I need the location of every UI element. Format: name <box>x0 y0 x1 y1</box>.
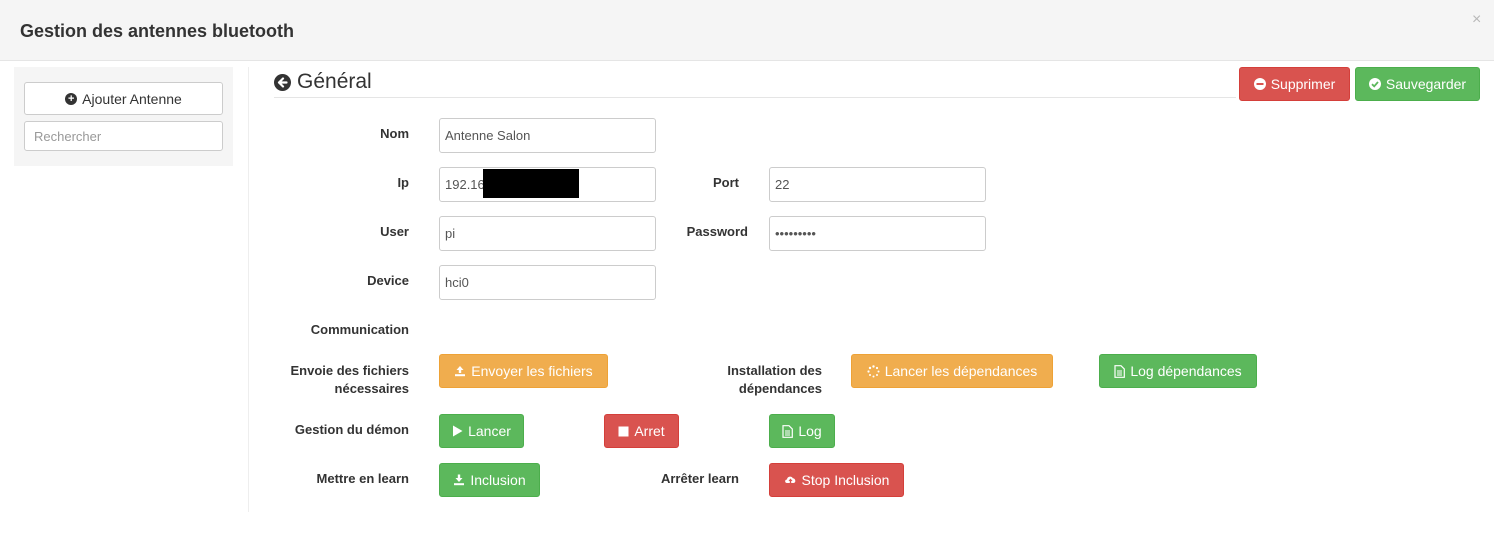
name-label: Nom <box>380 126 409 141</box>
delete-button[interactable]: Supprimer <box>1239 67 1350 101</box>
sidebar: + Ajouter Antenne <box>14 67 233 166</box>
check-circle-icon <box>1368 78 1381 90</box>
launch-deps-button-label: Lancer les dépendances <box>884 363 1038 379</box>
ip-label: Ip <box>397 175 409 190</box>
file-text-icon <box>1114 364 1126 378</box>
search-input[interactable] <box>24 121 223 151</box>
save-label: Sauvegarder <box>1385 76 1467 92</box>
start-daemon-button-label: Lancer <box>468 423 511 439</box>
modal-title: Gestion des antennes bluetooth <box>20 21 295 41</box>
inclusion-button-label: Inclusion <box>470 472 526 488</box>
add-antenna-label: Ajouter Antenne <box>82 90 182 107</box>
cloud-upload-icon <box>784 474 797 486</box>
learn-label: Mettre en learn <box>316 471 409 486</box>
stop-daemon-button[interactable]: Arret <box>604 414 679 448</box>
file-text-icon <box>782 424 794 438</box>
arrow-circle-left-icon[interactable] <box>274 73 291 91</box>
section-title-text: Général <box>297 70 372 93</box>
send-files-button-label: Envoyer les fichiers <box>471 363 593 379</box>
delete-label: Supprimer <box>1270 76 1336 92</box>
close-icon[interactable]: × <box>1472 12 1481 28</box>
stop-learn-label: Arrêter learn <box>660 471 739 486</box>
stop-inclusion-button-label: Stop Inclusion <box>801 472 890 488</box>
section-divider <box>274 97 1236 98</box>
stop-daemon-button-label: Arret <box>634 423 665 439</box>
daemon-log-button[interactable]: Log <box>769 414 835 448</box>
device-label: Device <box>367 273 409 288</box>
device-field[interactable] <box>439 265 656 300</box>
user-field[interactable] <box>439 216 656 251</box>
upload-icon <box>454 365 466 377</box>
redaction-block <box>483 169 579 198</box>
port-label: Port <box>713 175 739 190</box>
password-field[interactable] <box>769 216 986 251</box>
daemon-label: Gestion du démon <box>294 422 409 437</box>
play-icon <box>452 425 463 437</box>
stop-inclusion-button[interactable]: Stop Inclusion <box>769 463 904 497</box>
user-label: User <box>380 224 409 239</box>
stop-icon <box>618 426 629 437</box>
log-deps-button[interactable]: Log dépendances <box>1099 354 1257 388</box>
communication-label: Communication <box>310 322 409 337</box>
send-files-button[interactable]: Envoyer les fichiers <box>439 354 608 388</box>
password-label: Password <box>686 224 748 239</box>
save-button[interactable]: Sauvegarder <box>1355 67 1480 101</box>
log-deps-button-label: Log dépendances <box>1130 363 1242 379</box>
port-field[interactable] <box>769 167 986 202</box>
inclusion-button[interactable]: Inclusion <box>439 463 540 497</box>
download-icon <box>453 474 465 486</box>
add-antenna-button[interactable]: + Ajouter Antenne <box>24 82 223 115</box>
install-deps-label: Installation des dépendances <box>727 363 822 396</box>
sidebar-divider <box>248 67 249 512</box>
section-title: Général <box>274 70 372 94</box>
spinner-icon <box>867 364 880 378</box>
send-files-label: Envoie des fichiers nécessaires <box>290 363 410 396</box>
launch-deps-button[interactable]: Lancer les dépendances <box>851 354 1053 388</box>
plus-circle-icon: + <box>65 92 78 105</box>
daemon-log-button-label: Log <box>798 423 822 439</box>
modal-header: Gestion des antennes bluetooth × <box>0 0 1494 61</box>
name-field[interactable] <box>439 118 656 153</box>
minus-circle-icon <box>1253 78 1266 90</box>
start-daemon-button[interactable]: Lancer <box>439 414 524 448</box>
